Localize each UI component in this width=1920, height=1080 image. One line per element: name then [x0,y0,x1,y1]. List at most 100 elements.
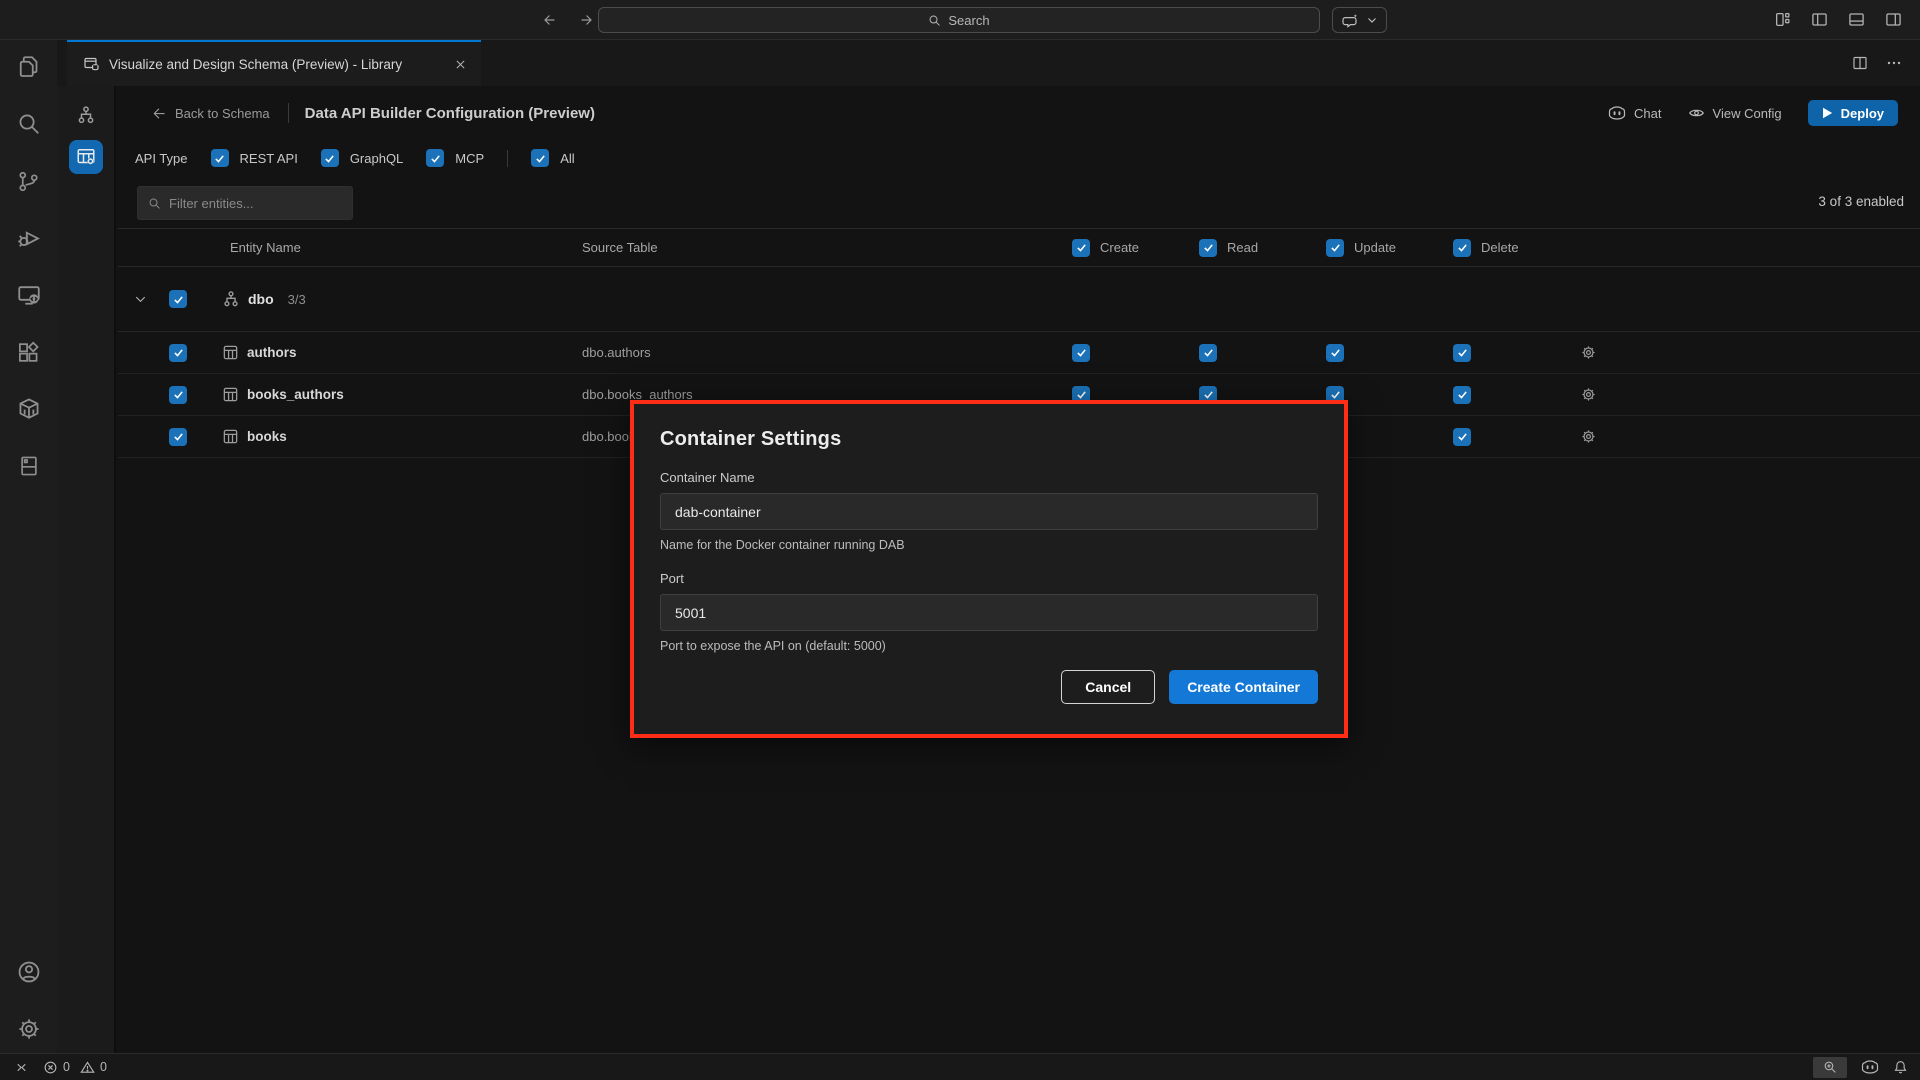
rest-api-label: REST API [240,151,298,166]
col-create: Create [1042,239,1169,257]
schema-tool-strip [57,86,116,1053]
run-debug-icon[interactable] [17,226,41,250]
deploy-button[interactable]: Deploy [1808,100,1898,126]
port-input[interactable] [660,594,1318,631]
read-checkbox[interactable] [1199,344,1217,362]
col-read: Read [1169,239,1296,257]
create-label: Create [1100,240,1139,255]
schema-designer-tab-icon [83,56,100,72]
port-label: Port [660,571,1318,586]
row-checkbox[interactable] [169,386,187,404]
row-settings-gear-icon[interactable] [1550,344,1920,361]
table-header-row: Entity Name Source Table Create Read Upd… [118,228,1920,267]
graphql-option[interactable]: GraphQL [321,149,403,167]
container-tools-icon[interactable] [17,397,41,421]
tab-visualize-design-schema[interactable]: Visualize and Design Schema (Preview) - … [67,40,481,86]
row-checkbox[interactable] [169,428,187,446]
nav-forward-icon[interactable] [576,7,600,33]
play-icon [1822,107,1833,119]
activity-bar-spacer [17,511,41,960]
mcp-option[interactable]: MCP [426,149,484,167]
update-all-checkbox[interactable] [1326,239,1344,257]
settings-gear-icon[interactable] [17,1017,41,1041]
mcp-checkbox[interactable] [426,149,444,167]
extensions-icon[interactable] [17,340,41,364]
table-grid-icon [222,428,239,445]
header-divider [288,103,289,123]
row-checkbox[interactable] [169,344,187,362]
group-checkbox[interactable] [169,290,187,308]
delete-checkbox[interactable] [1453,428,1471,446]
api-type-filter-row: API Type REST API GraphQL MCP All [135,149,575,167]
col-entity-name: Entity Name [194,240,562,255]
back-to-schema-link[interactable]: Back to Schema [151,106,270,121]
row-settings-gear-icon[interactable] [1550,386,1920,403]
activity-bar [0,40,57,1053]
group-expand-chevron-icon[interactable] [118,292,162,307]
toggle-panel-icon[interactable] [1845,8,1867,30]
tab-close-icon[interactable] [451,55,469,73]
database-projects-icon[interactable] [17,454,41,478]
table-row: authors dbo.authors [118,332,1920,374]
schema-diagram-tool-icon[interactable] [69,98,103,132]
read-cell[interactable] [1169,344,1296,362]
filter-entities-box[interactable] [137,186,353,220]
all-option[interactable]: All [531,149,574,167]
page-title: Data API Builder Configuration (Preview) [305,105,595,122]
copilot-icon [1342,13,1359,28]
toggle-secondary-sidebar-icon[interactable] [1882,8,1904,30]
panel-collapse-icon[interactable] [10,1060,33,1075]
row-settings-gear-icon[interactable] [1550,428,1920,445]
filter-entities-input[interactable] [169,196,329,211]
split-editor-icon[interactable] [1852,55,1868,71]
command-center-search[interactable]: Search [598,7,1320,33]
view-config-button[interactable]: View Config [1688,106,1782,121]
problems-indicator[interactable]: 0 0 [39,1060,111,1075]
dab-config-tool-icon[interactable] [69,140,103,174]
view-config-label: View Config [1713,106,1782,121]
entity-source: dbo.authors [562,345,1042,360]
delete-cell[interactable] [1423,386,1550,404]
errors-icon [43,1060,58,1075]
group-count: 3/3 [288,292,306,307]
cancel-button[interactable]: Cancel [1061,670,1155,704]
search-sidebar-icon[interactable] [17,112,41,136]
create-container-button[interactable]: Create Container [1169,670,1318,704]
delete-cell[interactable] [1423,344,1550,362]
table-grid-icon [222,386,239,403]
chat-button[interactable]: Chat [1608,106,1661,121]
delete-cell[interactable] [1423,428,1550,446]
create-all-checkbox[interactable] [1072,239,1090,257]
delete-all-checkbox[interactable] [1453,239,1471,257]
search-label: Search [948,13,989,28]
update-cell[interactable] [1296,344,1423,362]
create-checkbox[interactable] [1072,344,1090,362]
rest-api-option[interactable]: REST API [211,149,298,167]
container-name-input[interactable] [660,493,1318,530]
explorer-icon[interactable] [17,55,41,79]
delete-checkbox[interactable] [1453,386,1471,404]
col-source-table: Source Table [562,240,1042,255]
search-icon [148,197,161,210]
nav-back-icon[interactable] [536,7,560,33]
group-name: dbo [248,291,274,307]
all-checkbox[interactable] [531,149,549,167]
notifications-bell-icon[interactable] [1893,1060,1908,1075]
update-checkbox[interactable] [1326,344,1344,362]
read-all-checkbox[interactable] [1199,239,1217,257]
customize-layout-icon[interactable] [1771,8,1793,30]
graphql-checkbox[interactable] [321,149,339,167]
api-type-label: API Type [135,151,188,166]
source-control-icon[interactable] [17,169,41,193]
enabled-summary: 3 of 3 enabled [1818,194,1904,209]
toggle-primary-sidebar-icon[interactable] [1808,8,1830,30]
create-cell[interactable] [1042,344,1169,362]
copilot-chat-button[interactable] [1332,7,1387,33]
editor-more-actions-icon[interactable] [1886,55,1902,71]
delete-checkbox[interactable] [1453,344,1471,362]
zoom-status-icon[interactable] [1813,1057,1847,1078]
accounts-icon[interactable] [17,960,41,984]
rest-api-checkbox[interactable] [211,149,229,167]
copilot-status-icon[interactable] [1861,1060,1879,1075]
remote-explorer-icon[interactable] [17,283,41,307]
